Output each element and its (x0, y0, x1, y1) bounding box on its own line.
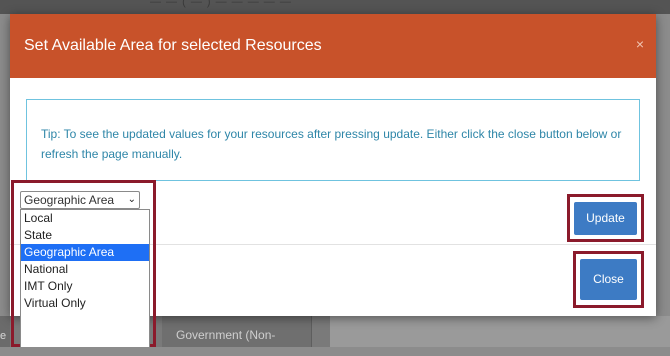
available-area-select[interactable]: Geographic Area ⌄ (20, 191, 140, 209)
modal-header: Set Available Area for selected Resource… (10, 14, 656, 78)
modal-title: Set Available Area for selected Resource… (24, 37, 322, 54)
background-top-bar: — — ( — ) — — — — — (0, 0, 670, 14)
dropdown-option-local[interactable]: Local (21, 210, 149, 227)
close-icon[interactable]: × (636, 36, 644, 52)
dropdown-option-virtual-only[interactable]: Virtual Only (21, 295, 149, 312)
dropdown-option-national[interactable]: National (21, 261, 149, 278)
dropdown-option-state[interactable]: State (21, 227, 149, 244)
dropdown-option-imt-only[interactable]: IMT Only (21, 278, 149, 295)
background-left-tab: e (0, 316, 10, 347)
background-panel (330, 316, 670, 347)
area-dropdown-list: Local State Geographic Area National IMT… (20, 209, 150, 347)
tip-message: Tip: To see the updated values for your … (26, 99, 640, 181)
update-button[interactable]: Update (574, 202, 637, 235)
dropdown-option-geographic-area[interactable]: Geographic Area (21, 244, 149, 261)
chevron-down-icon: ⌄ (127, 194, 136, 205)
background-tab: Government (Non- (162, 316, 312, 347)
select-value: Geographic Area (24, 193, 115, 207)
close-button[interactable]: Close (580, 259, 637, 300)
background-top-text: — — ( — ) — — — — — (150, 0, 292, 8)
